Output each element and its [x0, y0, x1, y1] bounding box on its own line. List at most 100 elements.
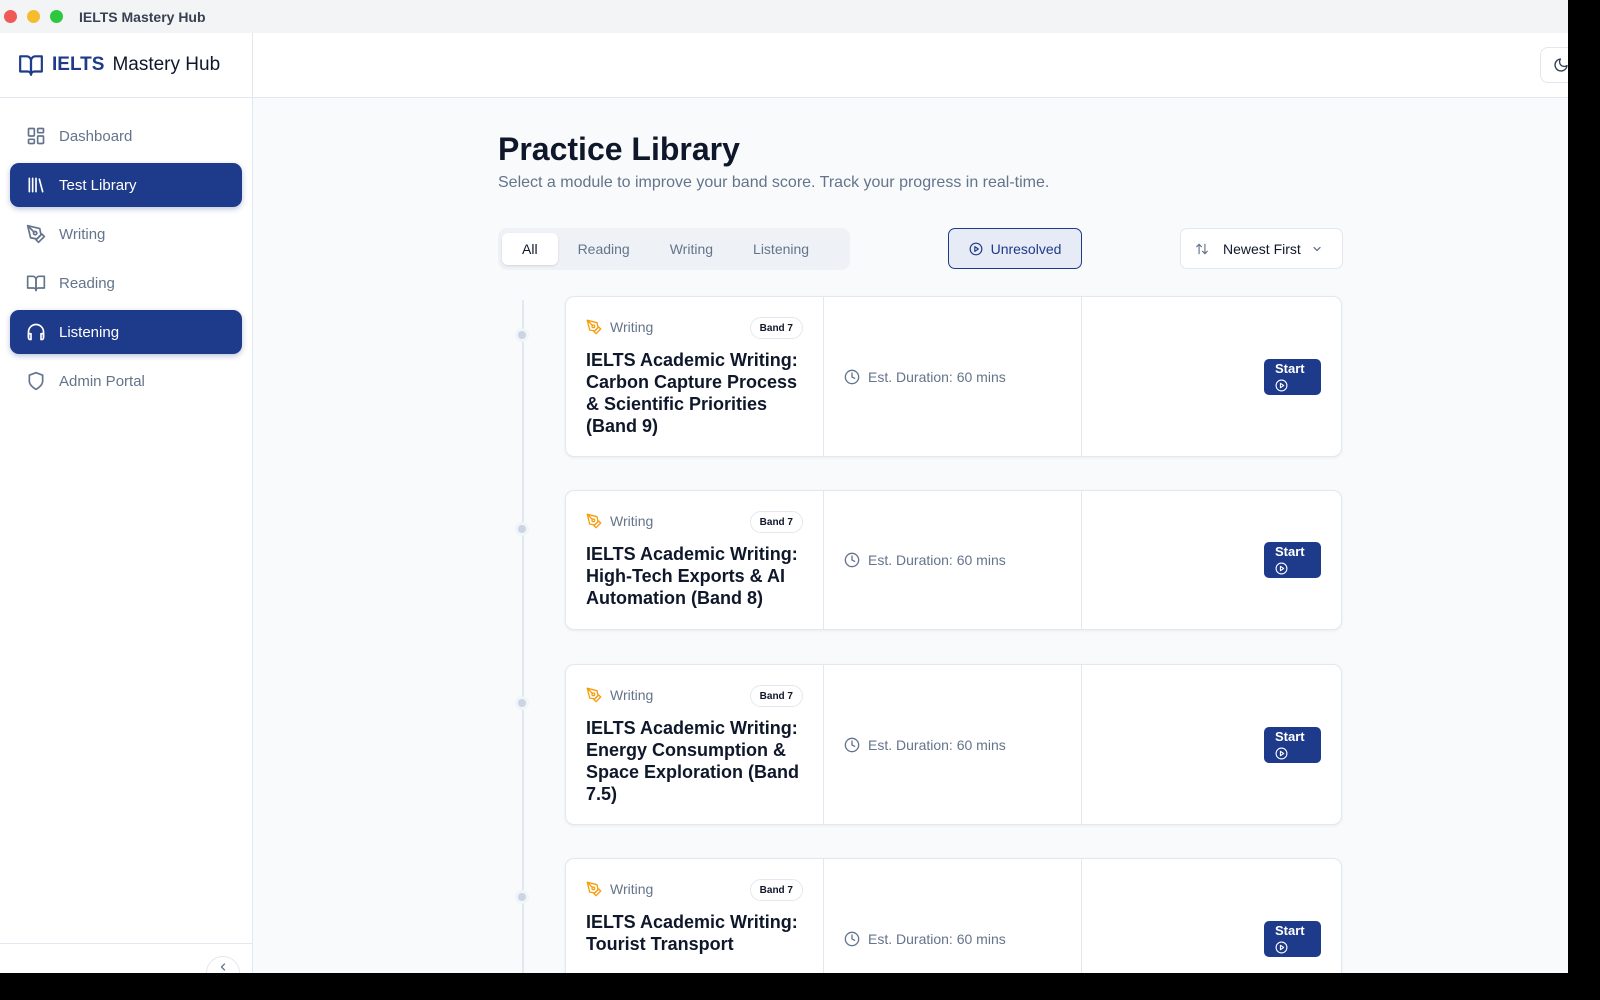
pen-icon: [586, 881, 602, 897]
tab-listening[interactable]: Listening: [733, 233, 829, 265]
page-title: Practice Library: [498, 131, 740, 167]
sidebar-item-label: Dashboard: [59, 127, 133, 145]
sidebar-item-test-library[interactable]: Test Library: [10, 163, 242, 207]
card-category-label: Writing: [610, 687, 654, 703]
band-badge: Band 7: [749, 685, 803, 707]
sidebar-nav: Dashboard Test Library Writing Reading L…: [0, 98, 252, 403]
timeline-dot: [515, 890, 529, 904]
brand-name: Mastery Hub: [112, 54, 221, 75]
card-title: IELTS Academic Writing: Carbon Capture P…: [586, 350, 798, 436]
sidebar-item-label: Test Library: [59, 176, 137, 194]
sort-icon: [1196, 243, 1208, 254]
sidebar-item-admin-portal[interactable]: Admin Portal: [10, 359, 242, 403]
chevron-left-icon: [220, 963, 226, 971]
band-badge: Band 7: [749, 879, 803, 901]
duration-text: Est. Duration: 60 mins: [868, 930, 1006, 947]
brand-name-strong: IELTS: [52, 54, 105, 75]
tab-all[interactable]: All: [502, 233, 558, 265]
timeline-dot: [515, 522, 529, 536]
minimize-window-button[interactable]: [27, 10, 40, 23]
unresolved-filter-label: Unresolved: [990, 240, 1062, 257]
practice-card[interactable]: Writing Band 7 IELTS Academic Writing: E…: [515, 664, 1342, 825]
shield-icon: [28, 371, 44, 391]
start-label: Start: [1275, 361, 1305, 376]
close-window-button[interactable]: [4, 10, 17, 23]
pen-icon: [586, 687, 602, 703]
maximize-window-button[interactable]: [50, 10, 63, 23]
card-duration: Est. Duration: 60 mins: [824, 665, 1082, 824]
book-icon: [19, 55, 43, 76]
module-tabs: All Reading Writing Listening: [498, 228, 850, 270]
start-button[interactable]: Start: [1264, 542, 1321, 578]
clock-icon: [844, 552, 860, 568]
sort-select[interactable]: Newest First: [1180, 228, 1343, 269]
start-label: Start: [1275, 729, 1305, 744]
play-circle-icon: [1275, 562, 1288, 575]
sidebar: IELTS Mastery Hub Dashboard Test Library…: [0, 33, 253, 973]
pen-icon: [586, 319, 602, 335]
theme-toggle-button[interactable]: [1540, 47, 1568, 83]
tab-writing[interactable]: Writing: [650, 233, 733, 265]
chevron-down-icon: [1313, 246, 1321, 251]
timeline-line: [522, 300, 524, 973]
play-circle-icon: [1275, 379, 1288, 392]
sidebar-item-label: Reading: [59, 274, 115, 292]
sidebar-item-writing[interactable]: Writing: [10, 212, 242, 256]
pen-icon: [586, 513, 602, 529]
sidebar-item-label: Admin Portal: [59, 372, 145, 390]
card-duration: Est. Duration: 60 mins: [824, 297, 1082, 456]
brand[interactable]: IELTS Mastery Hub: [0, 33, 252, 98]
unresolved-filter-button[interactable]: Unresolved: [948, 228, 1082, 269]
play-circle-icon: [969, 242, 982, 255]
card-title: IELTS Academic Writing: High-Tech Export…: [586, 544, 798, 608]
band-badge: Band 7: [749, 317, 803, 339]
moon-icon: [1554, 58, 1568, 72]
duration-text: Est. Duration: 60 mins: [868, 552, 1006, 568]
card-duration: Est. Duration: 60 mins: [824, 491, 1082, 629]
duration-text: Est. Duration: 60 mins: [868, 736, 1006, 753]
main-content: Practice Library Select a module to impr…: [253, 98, 1568, 973]
practice-card[interactable]: Writing Band 7 IELTS Academic Writing: T…: [515, 858, 1342, 973]
page-subtitle: Select a module to improve your band sco…: [498, 174, 1050, 191]
app-window: IELTS Mastery Hub IELTS Mastery Hub Dash…: [0, 0, 1568, 973]
sort-value: Newest First: [1223, 240, 1301, 257]
card-duration: Est. Duration: 60 mins: [824, 859, 1082, 973]
practice-card[interactable]: Writing Band 7 IELTS Academic Writing: H…: [515, 490, 1342, 630]
title-bar: IELTS Mastery Hub: [0, 0, 1568, 33]
start-label: Start: [1275, 923, 1305, 938]
sidebar-footer: [0, 943, 252, 973]
sidebar-item-listening[interactable]: Listening: [10, 310, 242, 354]
top-header: [253, 33, 1568, 98]
practice-card[interactable]: Writing Band 7 IELTS Academic Writing: C…: [515, 296, 1342, 457]
card-title: IELTS Academic Writing: Energy Consumpti…: [586, 718, 800, 804]
book-icon: [26, 275, 46, 292]
pen-icon: [26, 224, 46, 244]
clock-icon: [844, 931, 860, 946]
library-icon: [28, 177, 44, 193]
sidebar-item-label: Listening: [59, 323, 120, 341]
timeline-dot: [515, 696, 529, 710]
headphones-icon: [27, 323, 45, 341]
start-button[interactable]: Start: [1264, 359, 1321, 395]
play-circle-icon: [1275, 941, 1288, 954]
start-button[interactable]: Start: [1264, 921, 1321, 957]
sidebar-item-label: Writing: [59, 225, 106, 243]
clock-icon: [844, 737, 860, 752]
dashboard-icon: [27, 127, 45, 145]
card-category-label: Writing: [610, 881, 654, 897]
clock-icon: [844, 369, 860, 384]
sidebar-item-dashboard[interactable]: Dashboard: [10, 114, 242, 158]
card-title: IELTS Academic Writing: Tourist Transpor…: [586, 912, 798, 954]
collapse-sidebar-button[interactable]: [206, 956, 240, 973]
tab-reading[interactable]: Reading: [558, 233, 650, 265]
card-category-label: Writing: [610, 513, 654, 529]
start-button[interactable]: Start: [1264, 727, 1321, 763]
window-title: IELTS Mastery Hub: [79, 9, 206, 25]
band-badge: Band 7: [749, 511, 803, 533]
timeline-dot: [515, 328, 529, 342]
sidebar-item-reading[interactable]: Reading: [10, 261, 242, 305]
card-category-label: Writing: [610, 319, 654, 335]
duration-text: Est. Duration: 60 mins: [868, 368, 1006, 385]
start-label: Start: [1275, 544, 1305, 559]
play-circle-icon: [1275, 747, 1288, 760]
